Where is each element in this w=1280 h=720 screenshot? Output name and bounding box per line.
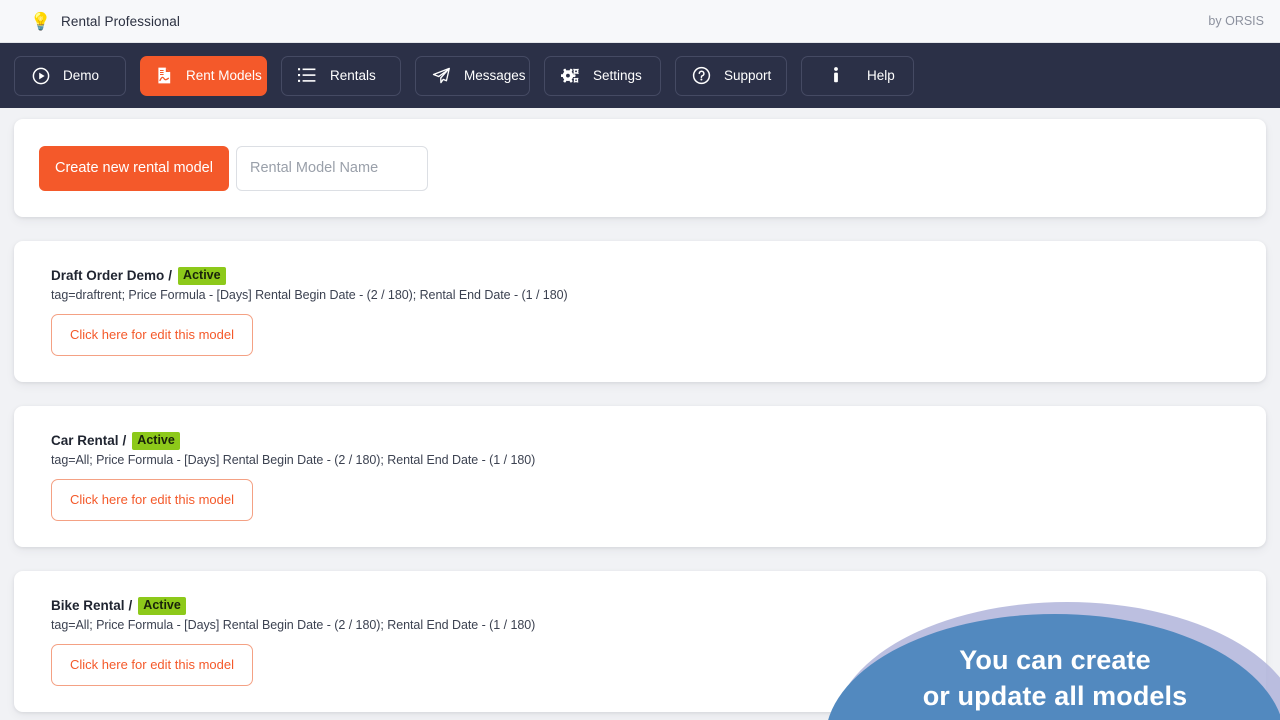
edit-model-button[interactable]: Click here for edit this model — [51, 479, 254, 521]
nav-item-settings[interactable]: Settings — [544, 55, 661, 96]
list-icon — [298, 66, 317, 85]
rental-model-card: Draft Order Demo / Active tag=draftrent;… — [14, 241, 1266, 382]
nav-label-help: Help — [867, 68, 895, 83]
model-title-row: Car Rental / Active — [51, 432, 1241, 450]
nav-label-demo: Demo — [63, 68, 100, 83]
app-title: Rental Professional — [61, 13, 180, 29]
nav-label-support: Support — [724, 68, 772, 83]
rental-model-name-input[interactable] — [235, 145, 428, 191]
title-bar: 💡 Rental Professional by ORSIS — [0, 0, 1280, 43]
model-description: tag=draftrent; Price Formula - [Days] Re… — [51, 288, 568, 302]
nav-item-messages[interactable]: Messages — [415, 55, 530, 96]
question-circle-icon — [692, 66, 711, 85]
nav-item-rent-models[interactable]: Rent Models — [140, 55, 267, 96]
gears-icon — [561, 66, 580, 85]
nav-label-rentals: Rentals — [330, 68, 376, 83]
model-name: Draft Order Demo — [51, 268, 165, 283]
model-description: tag=All; Price Formula - [Days] Rental B… — [51, 453, 536, 467]
main-content: Create new rental model Draft Order Demo… — [0, 108, 1280, 720]
model-title-separator: / — [122, 433, 127, 448]
model-description: tag=All; Price Formula - [Days] Rental B… — [51, 618, 536, 632]
edit-model-button[interactable]: Click here for edit this model — [51, 644, 254, 686]
create-new-rental-model-button[interactable]: Create new rental model — [39, 145, 229, 191]
nav-label-messages: Messages — [464, 68, 526, 83]
status-badge: Active — [178, 267, 226, 285]
model-title-row: Bike Rental / Active — [51, 597, 1241, 615]
main-navigation: Demo Rent Models Rentals Messages Settin… — [0, 43, 1280, 108]
document-signature-icon — [155, 66, 174, 85]
create-model-panel: Create new rental model — [14, 119, 1266, 217]
model-name: Car Rental — [51, 433, 119, 448]
model-title-separator: / — [168, 268, 173, 283]
status-badge: Active — [138, 597, 186, 615]
edit-model-button[interactable]: Click here for edit this model — [51, 314, 254, 356]
info-icon — [826, 66, 845, 85]
vendor-label: by ORSIS — [1208, 14, 1264, 28]
play-circle-icon — [31, 66, 50, 85]
model-title-separator: / — [128, 598, 133, 613]
rental-model-card: Bike Rental / Active tag=All; Price Form… — [14, 571, 1266, 712]
nav-item-rentals[interactable]: Rentals — [281, 55, 401, 96]
nav-item-demo[interactable]: Demo — [14, 55, 126, 96]
nav-item-help[interactable]: Help — [801, 55, 914, 96]
model-name: Bike Rental — [51, 598, 125, 613]
rental-model-card: Car Rental / Active tag=All; Price Formu… — [14, 406, 1266, 547]
nav-label-rent-models: Rent Models — [186, 68, 262, 83]
lightbulb-icon: 💡 — [30, 11, 52, 31]
nav-item-support[interactable]: Support — [675, 55, 787, 96]
paper-plane-icon — [432, 66, 451, 85]
model-title-row: Draft Order Demo / Active — [51, 267, 1241, 285]
callout-line: at any time — [825, 714, 1280, 720]
status-badge: Active — [132, 432, 180, 450]
nav-label-settings: Settings — [593, 68, 642, 83]
